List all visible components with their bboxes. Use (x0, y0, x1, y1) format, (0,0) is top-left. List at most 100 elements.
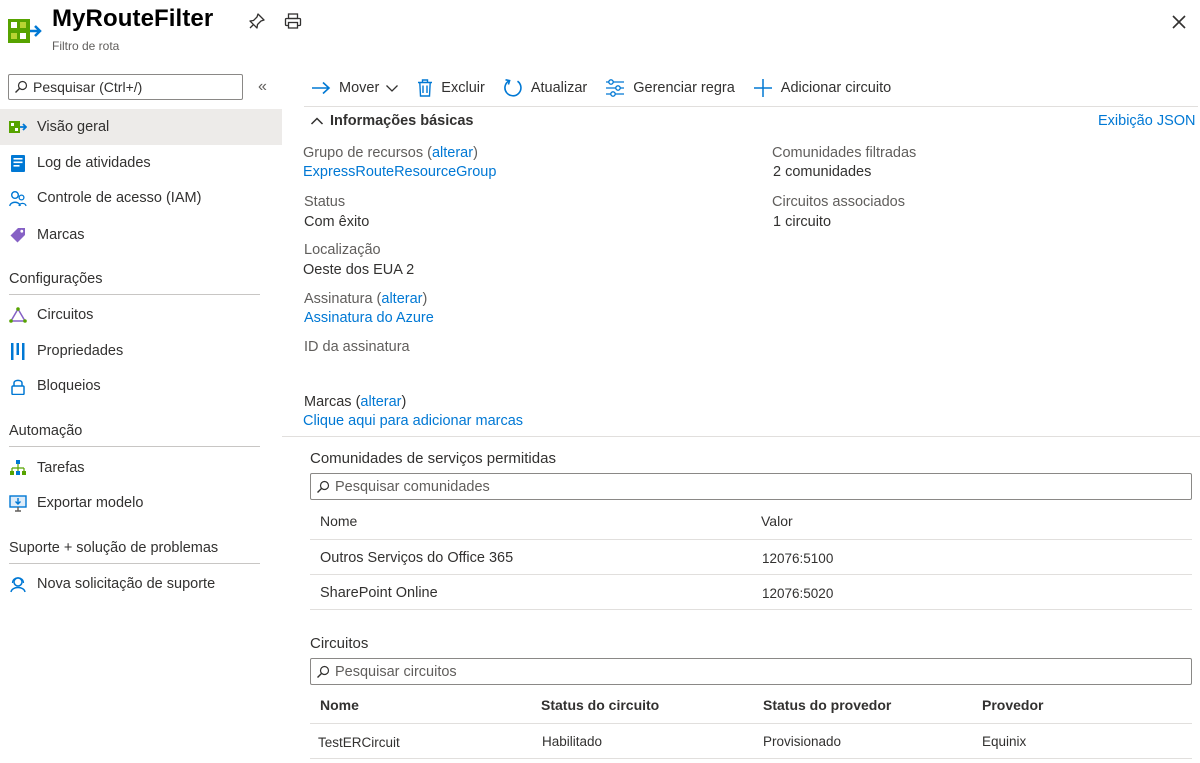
resource-group-label: Grupo de recursos (alterar) (303, 145, 478, 161)
close-icon[interactable] (1169, 12, 1189, 32)
search-icon (317, 480, 330, 493)
sidebar-item-activity-log[interactable]: Log de atividades (0, 145, 282, 181)
sidebar-item-locks[interactable]: Bloqueios (0, 368, 282, 404)
route-filter-resource-icon (8, 19, 42, 43)
tags-label: Marcas (alterar) (304, 394, 407, 410)
support-icon (9, 575, 27, 593)
sidebar-item-label: Marcas (37, 227, 85, 243)
sidebar-item-label: Exportar modelo (37, 495, 144, 511)
communities-search-input[interactable] (335, 478, 1175, 495)
circuit-icon (9, 306, 27, 324)
page-title: MyRouteFilter (52, 5, 214, 32)
command-bar: Mover Excluir Atualizar Gerenciar regra … (311, 74, 891, 102)
pin-icon[interactable] (248, 12, 266, 30)
subscription-link[interactable]: Assinatura do Azure (304, 310, 434, 326)
circuits-search-input[interactable] (335, 663, 1175, 680)
add-tags-link[interactable]: Clique aqui para adicionar marcas (303, 413, 523, 429)
column-header-name[interactable]: Nome (320, 513, 357, 529)
sidebar-search-input[interactable] (33, 79, 233, 95)
print-icon[interactable] (284, 12, 302, 30)
export-template-icon (9, 494, 27, 512)
toolbar-divider (304, 106, 1198, 107)
sidebar-item-label: Visão geral (37, 119, 110, 135)
table-divider (310, 723, 1192, 724)
column-header-value[interactable]: Valor (761, 513, 793, 529)
sidebar-item-label: Tarefas (37, 460, 85, 476)
sidebar-section-settings: Configurações (9, 271, 260, 295)
community-name: SharePoint Online (320, 585, 438, 601)
manage-rule-button[interactable]: Gerenciar regra (605, 79, 735, 97)
associated-circuits-value: 1 circuito (773, 214, 832, 230)
provider-status: Provisionado (763, 734, 842, 749)
resource-group-link[interactable]: ExpressRouteResourceGroup (303, 164, 496, 180)
sidebar-item-label: Log de atividades (37, 155, 151, 171)
activity-log-icon (9, 154, 27, 172)
subscription-change-link[interactable]: alterar (381, 291, 422, 307)
column-header-provider-status[interactable]: Status do provedor (763, 697, 891, 713)
tag-icon (9, 226, 27, 244)
column-header-name[interactable]: Nome (320, 697, 359, 713)
sidebar-search[interactable] (8, 74, 243, 100)
circuits-search[interactable] (310, 658, 1192, 685)
move-button[interactable]: Mover (311, 80, 399, 96)
sidebar-item-properties[interactable]: Propriedades (0, 333, 282, 369)
column-header-provider[interactable]: Provedor (982, 697, 1043, 713)
table-row-divider (310, 609, 1192, 610)
plus-icon (753, 79, 772, 97)
column-header-circuit-status[interactable]: Status do circuito (541, 697, 659, 713)
table-divider (310, 539, 1192, 540)
community-value: 12076:5100 (762, 551, 834, 566)
chevron-down-icon (386, 85, 399, 92)
sidebar-item-circuits[interactable]: Circuitos (0, 297, 282, 333)
arrow-right-icon (312, 81, 331, 95)
community-name: Outros Serviços do Office 365 (320, 550, 514, 566)
sidebar-item-label: Bloqueios (37, 378, 101, 394)
search-icon (15, 80, 28, 93)
sidebar-item-label: Nova solicitação de suporte (37, 576, 216, 592)
collapse-sidebar-icon[interactable]: « (258, 78, 267, 96)
filtered-communities-value: 2 comunidades (773, 164, 872, 180)
sidebar-item-label: Circuitos (37, 307, 94, 323)
tags-change-link[interactable]: alterar (360, 394, 401, 410)
tasks-icon (9, 459, 27, 477)
search-icon (317, 665, 330, 678)
sidebar-item-iam[interactable]: Controle de acesso (IAM) (0, 180, 282, 216)
circuit-status: Habilitado (542, 734, 603, 749)
sidebar-item-tags[interactable]: Marcas (0, 217, 282, 253)
circuit-name[interactable]: TestERCircuit (318, 735, 400, 750)
json-view-link[interactable]: Exibição JSON (1098, 113, 1196, 129)
communities-search[interactable] (310, 473, 1192, 500)
sidebar-item-export-template[interactable]: Exportar modelo (0, 485, 282, 521)
sidebar-item-label: Propriedades (37, 343, 124, 359)
overview-icon (9, 118, 27, 136)
sliders-icon (606, 79, 625, 97)
circuits-title: Circuitos (310, 635, 369, 652)
table-row-divider (310, 758, 1192, 759)
location-value: Oeste dos EUA 2 (303, 262, 415, 278)
table-row-divider (310, 574, 1192, 575)
sidebar-section-automation: Automação (9, 423, 260, 447)
location-label: Localização (304, 242, 381, 258)
page-subtitle: Filtro de rota (52, 39, 120, 53)
essentials-divider (282, 436, 1200, 437)
refresh-button[interactable]: Atualizar (503, 78, 587, 98)
sidebar-item-overview[interactable]: Visão geral (0, 109, 282, 145)
resource-group-change-link[interactable]: alterar (432, 145, 473, 161)
provider: Equinix (982, 734, 1027, 749)
iam-icon (9, 189, 27, 207)
sidebar-item-new-support-request[interactable]: Nova solicitação de suporte (0, 566, 282, 602)
sidebar-item-tasks[interactable]: Tarefas (0, 450, 282, 486)
properties-icon (9, 342, 27, 360)
lock-icon (9, 377, 27, 395)
communities-title: Comunidades de serviços permitidas (310, 450, 556, 467)
add-circuit-button[interactable]: Adicionar circuito (753, 78, 891, 98)
trash-icon (418, 79, 433, 97)
subscription-id-label: ID da assinatura (304, 339, 410, 355)
chevron-up-icon (310, 117, 324, 125)
filtered-communities-label: Comunidades filtradas (772, 145, 917, 161)
associated-circuits-label: Circuitos associados (772, 194, 905, 210)
essentials-toggle[interactable]: Informações básicas (310, 113, 473, 129)
sidebar-section-support: Suporte + solução de problemas (9, 540, 260, 564)
community-value: 12076:5020 (762, 586, 834, 601)
delete-button[interactable]: Excluir (417, 79, 485, 97)
